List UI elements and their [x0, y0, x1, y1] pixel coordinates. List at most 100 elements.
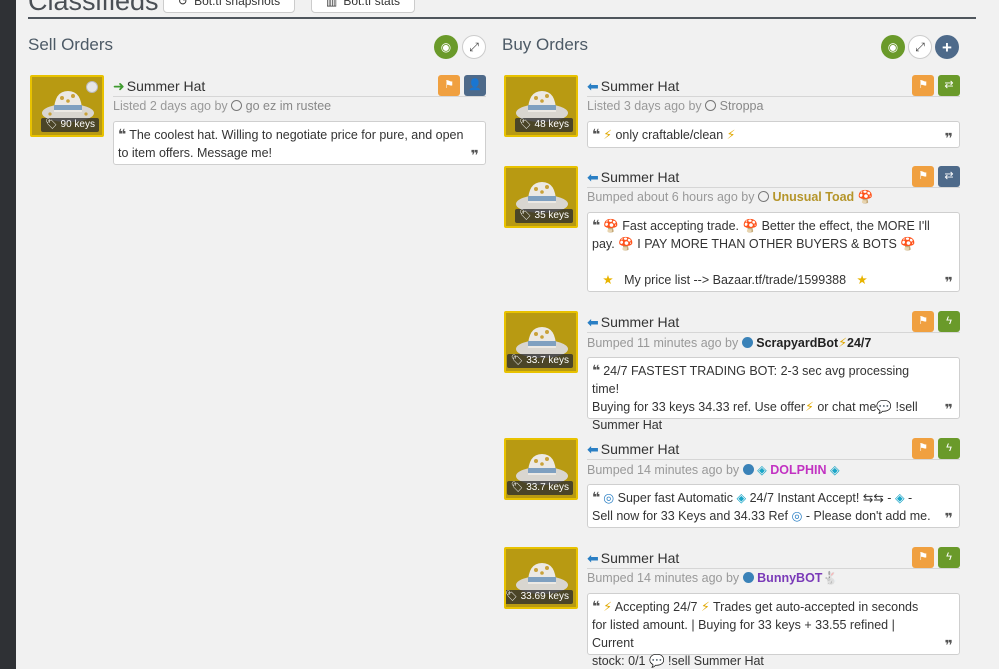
exchange-icon: ⇄ — [944, 79, 954, 91]
user-status-icon — [231, 100, 243, 111]
lightning-icon: ϟ — [946, 551, 952, 563]
mushroom-icon: 🍄 — [618, 237, 634, 251]
sell-orders-title: Sell Orders — [28, 35, 114, 54]
expand-buy-button[interactable]: ⤢ — [908, 35, 932, 59]
stats-button[interactable]: ▥ Bot.tf stats — [311, 0, 416, 13]
listing-comment: ❝ 24/7 FASTEST TRADING BOT: 2-3 sec avg p… — [587, 357, 960, 432]
tag-icon: 🏷 — [519, 210, 532, 221]
trade-offer-button[interactable]: ⇄ — [938, 75, 960, 96]
price-tag: 🏷 33.7 keys — [506, 354, 573, 368]
exchange-icon: ⇄ — [944, 170, 954, 182]
listing-comment: ❝ ⚡ only craftable/clean ⚡ ❞ — [587, 121, 960, 148]
item-thumbnail[interactable]: 🏷 48 keys — [504, 75, 578, 137]
report-button[interactable]: ⚑ — [912, 311, 934, 332]
flag-icon: ⚑ — [918, 315, 928, 327]
listing-meta: Bumped 14 minutes ago by ◈ DOLPHIN ◈ — [587, 463, 840, 477]
tag-icon: 🏷 — [510, 355, 524, 366]
user-status-icon — [757, 191, 769, 202]
diamond-icon: ◈ — [757, 463, 767, 477]
price-tag: 🏷 90 keys — [41, 118, 99, 132]
user-link[interactable]: Stroppa — [720, 99, 764, 113]
toggle-visibility-buy-button[interactable]: ◉ — [881, 35, 905, 59]
flag-icon: ⚑ — [918, 442, 928, 454]
quote-open-icon: ❝ — [592, 217, 601, 233]
price-tag: 🏷 48 keys — [515, 118, 573, 132]
user-link[interactable]: go ez im rustee — [246, 99, 331, 113]
coin-icon: ◎ — [603, 491, 615, 505]
listing-meta: Listed 2 days ago by go ez im rustee — [113, 99, 332, 113]
item-thumbnail[interactable]: 🏷 90 keys — [30, 75, 104, 137]
instant-trade-button[interactable]: ϟ — [938, 438, 960, 459]
status-indicator — [86, 81, 98, 93]
buy-arrow-icon: ⬅ — [587, 78, 599, 94]
report-button[interactable]: ⚑ — [438, 75, 460, 96]
lightning-icon: ⚡ — [726, 128, 736, 142]
item-thumbnail[interactable]: 🏷 33.7 keys — [504, 438, 578, 500]
flag-icon: ⚑ — [918, 170, 928, 182]
item-name[interactable]: ➜ Summer Hat — [113, 75, 486, 97]
quote-close-icon: ❞ — [944, 510, 953, 526]
expand-sell-button[interactable]: ⤢ — [462, 35, 486, 59]
user-link[interactable]: DOLPHIN — [770, 463, 826, 477]
lightning-icon: ⚡ — [805, 400, 814, 414]
diamond-icon: ◈ — [736, 491, 747, 505]
item-thumbnail[interactable]: 🏷 35 keys — [504, 166, 578, 228]
instant-trade-button[interactable]: ϟ — [938, 547, 960, 568]
item-thumbnail[interactable]: 🏷 33.69 keys — [504, 547, 578, 609]
plus-icon: + — [942, 37, 952, 57]
tag-icon: 🏷 — [519, 119, 532, 130]
listing-meta: Bumped about 6 hours ago by Unusual Toad… — [587, 190, 874, 204]
quote-open-icon: ❝ — [592, 362, 601, 378]
add-listing-button[interactable]: + — [935, 35, 959, 59]
bar-chart-icon: ▥ — [326, 0, 338, 8]
report-button[interactable]: ⚑ — [912, 75, 934, 96]
buy-arrow-icon: ⬅ — [587, 169, 599, 185]
trade-offer-button[interactable]: ⇄ — [938, 166, 960, 187]
lightning-icon: ϟ — [946, 315, 952, 327]
item-name[interactable]: ⬅ Summer Hat — [587, 547, 960, 569]
item-name[interactable]: ⬅ Summer Hat — [587, 75, 960, 97]
report-button[interactable]: ⚑ — [912, 438, 934, 459]
buy-arrow-icon: ⬅ — [587, 314, 599, 330]
flag-icon: ⚑ — [918, 551, 928, 563]
lightning-icon: ⚡ — [700, 600, 710, 614]
swap-icon: ⇆⇆ — [862, 491, 884, 505]
buy-arrow-icon: ⬅ — [587, 550, 599, 566]
user-link[interactable]: ScrapyardBot — [756, 336, 838, 350]
buy-orders-title: Buy Orders — [502, 35, 588, 54]
user-link[interactable]: Unusual Toad — [772, 190, 854, 204]
flag-icon: ⚑ — [918, 79, 928, 91]
flag-icon: ⚑ — [444, 79, 454, 91]
listing-meta: Bumped 14 minutes ago by BunnyBOT🐇 — [587, 571, 839, 585]
user-plus-icon: 👤 — [468, 79, 482, 91]
star-icon: ★ — [856, 273, 868, 287]
quote-close-icon: ❞ — [944, 637, 953, 653]
user-link[interactable]: BunnyBOT — [757, 571, 822, 585]
expand-icon: ⤢ — [469, 40, 479, 54]
user-status-icon — [705, 100, 717, 111]
snapshots-button[interactable]: ↺ Bot.tf snapshots — [163, 0, 296, 13]
quote-open-icon: ❝ — [592, 598, 601, 614]
lightning-icon: ⚡ — [838, 336, 847, 350]
user-online-icon — [741, 337, 753, 348]
chat-icon: 💬 — [876, 400, 892, 414]
user-online-icon — [742, 572, 754, 583]
mushroom-icon: 🍄 — [742, 219, 759, 233]
page-title: Classifieds — [28, 0, 159, 16]
listing-comment: ❝ ⚡ Accepting 24/7 ⚡ Trades get auto-acce… — [587, 593, 960, 668]
quote-close-icon: ❞ — [470, 147, 479, 163]
user-online-icon — [742, 464, 754, 475]
tag-icon: 🏷 — [510, 482, 524, 493]
toggle-visibility-sell-button[interactable]: ◉ — [434, 35, 458, 59]
item-name[interactable]: ⬅ Summer Hat — [587, 438, 960, 460]
item-thumbnail[interactable]: 🏷 33.7 keys — [504, 311, 578, 373]
item-name[interactable]: ⬅ Summer Hat — [587, 166, 960, 188]
item-name[interactable]: ⬅ Summer Hat — [587, 311, 960, 333]
instant-trade-button[interactable]: ϟ — [938, 311, 960, 332]
report-button[interactable]: ⚑ — [912, 166, 934, 187]
report-button[interactable]: ⚑ — [912, 547, 934, 568]
eye-icon: ◉ — [440, 40, 452, 54]
lightning-icon: ϟ — [946, 442, 952, 454]
expand-icon: ⤢ — [915, 40, 925, 54]
add-friend-button[interactable]: 👤 — [464, 75, 486, 96]
